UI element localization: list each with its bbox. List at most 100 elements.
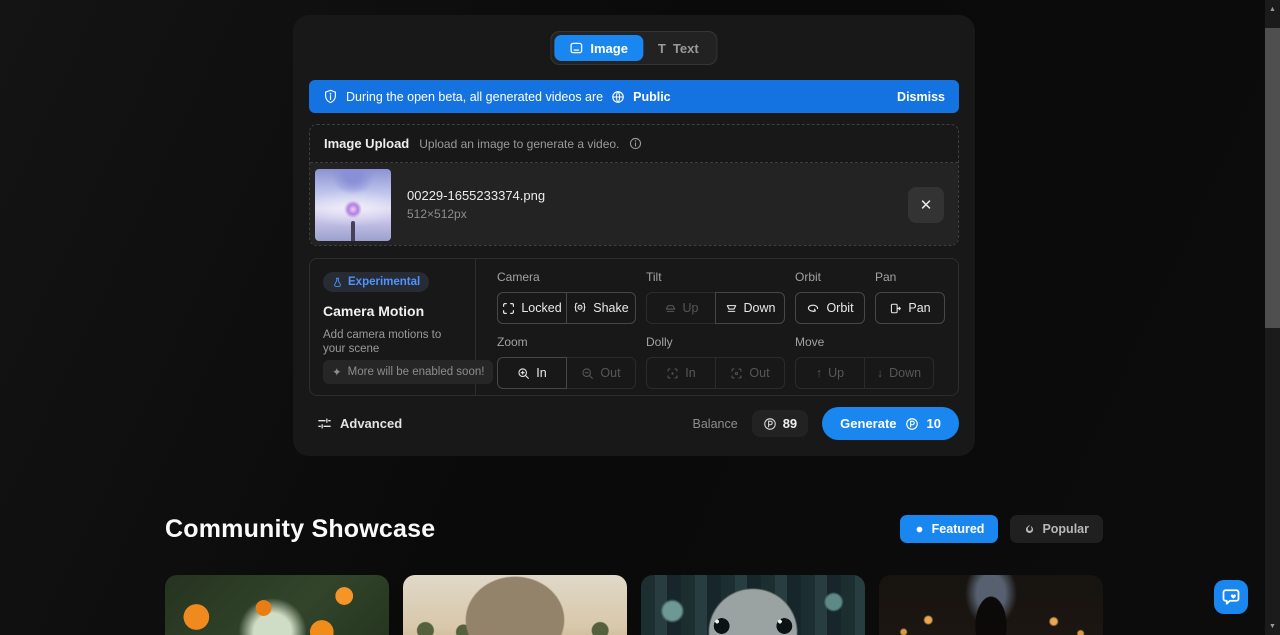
close-icon: ✕ <box>920 196 933 214</box>
move-up-button[interactable]: ↑ Up <box>795 357 865 389</box>
popular-label: Popular <box>1042 522 1089 536</box>
camera-group-label: Camera <box>497 270 636 284</box>
mode-tabbar: Image T Text <box>550 31 717 65</box>
pan-icon <box>889 302 902 315</box>
sliders-icon <box>317 416 332 431</box>
locked-frame-icon <box>502 302 515 315</box>
camera-motion-title: Camera Motion <box>323 303 462 319</box>
showcase-card-oranges[interactable] <box>165 575 389 635</box>
pan-button[interactable]: Pan <box>875 292 945 324</box>
move-group-label: Move <box>795 335 934 349</box>
balance-label: Balance <box>693 417 738 431</box>
remove-file-button[interactable]: ✕ <box>908 187 944 223</box>
coin-icon <box>763 417 777 431</box>
generate-cost: 10 <box>927 416 941 431</box>
uploaded-image-thumbnail <box>315 169 391 241</box>
tilt-control-group: Tilt Up <box>646 270 785 324</box>
showcase-card-alien[interactable] <box>641 575 865 635</box>
zoom-in-icon <box>517 367 530 380</box>
orbit-group-label: Orbit <box>795 270 865 284</box>
dolly-in-button[interactable]: In <box>646 357 716 389</box>
scrollbar-thumb[interactable] <box>1265 28 1280 328</box>
zoom-out-button[interactable]: Out <box>566 357 636 389</box>
banner-visibility: Public <box>633 90 671 104</box>
showcase-cards <box>165 575 1103 635</box>
zoom-group-label: Zoom <box>497 335 636 349</box>
zoom-in-button[interactable]: In <box>497 357 567 389</box>
image-upload-section[interactable]: Image Upload Upload an image to generate… <box>309 124 959 246</box>
pan-control-group: Pan Pan <box>875 270 945 324</box>
chat-button[interactable] <box>1214 580 1248 614</box>
tab-image-label: Image <box>590 41 628 56</box>
experimental-badge: Experimental <box>323 272 429 292</box>
showcase-card-alley[interactable] <box>879 575 1103 635</box>
orbit-icon <box>806 301 820 315</box>
featured-button[interactable]: Featured <box>900 515 999 543</box>
generation-panel: Image T Text During the open beta, all g… <box>293 15 975 456</box>
chat-heart-icon <box>1221 587 1241 607</box>
text-icon: T <box>658 41 666 56</box>
tilt-down-icon <box>725 302 738 315</box>
upload-subtitle: Upload an image to generate a video. <box>419 137 619 151</box>
featured-label: Featured <box>932 522 985 536</box>
dolly-control-group: Dolly In <box>646 335 785 389</box>
scrollbar: ▲ ▼ <box>1265 0 1280 635</box>
camera-motion-description: Add camera motions to your scene <box>323 328 462 358</box>
zoom-control-group: Zoom In <box>497 335 636 389</box>
panel-footer: Advanced Balance 89 Generate 10 <box>317 407 959 440</box>
move-down-button[interactable]: ↓ Down <box>864 357 934 389</box>
showcase-card-elephant[interactable] <box>403 575 627 635</box>
footer-right: Balance 89 Generate 10 <box>693 407 960 440</box>
showcase-title: Community Showcase <box>165 515 435 544</box>
controls-row-2: Zoom In <box>497 335 958 389</box>
orbit-control-group: Orbit Orbit <box>795 270 865 324</box>
generate-button[interactable]: Generate 10 <box>822 407 959 440</box>
dismiss-button[interactable]: Dismiss <box>897 90 945 104</box>
scroll-down-arrow[interactable]: ▼ <box>1265 619 1280 633</box>
experimental-badge-label: Experimental <box>348 276 420 288</box>
advanced-button[interactable]: Advanced <box>317 416 402 431</box>
camera-shake-button[interactable]: Shake <box>566 292 636 324</box>
more-soon-label: More will be enabled soon! <box>348 366 485 378</box>
coin-icon <box>905 417 919 431</box>
tilt-up-button[interactable]: Up <box>646 292 716 324</box>
flame-icon <box>1024 523 1035 535</box>
tab-text[interactable]: T Text <box>643 35 714 61</box>
info-icon <box>629 137 642 150</box>
camera-control-group: Camera Locked <box>497 270 636 324</box>
camera-motion-info: Experimental Camera Motion Add camera mo… <box>310 259 476 395</box>
beta-banner: During the open beta, all generated vide… <box>309 80 959 113</box>
upload-title: Image Upload <box>324 136 409 151</box>
sparkle-icon: ✦ <box>332 365 342 379</box>
banner-message: During the open beta, all generated vide… <box>346 90 603 104</box>
showcase-header: Community Showcase Featured Popular <box>165 510 1103 548</box>
dolly-out-button[interactable]: Out <box>715 357 785 389</box>
orbit-button[interactable]: Orbit <box>795 292 865 324</box>
page: Image T Text During the open beta, all g… <box>0 0 1280 635</box>
showcase-filters: Featured Popular <box>900 515 1103 543</box>
more-soon-note: ✦ More will be enabled soon! <box>323 360 493 384</box>
flask-icon <box>332 277 343 288</box>
uploaded-file-row: 00229-1655233374.png 512×512px ✕ <box>310 163 958 246</box>
tab-image[interactable]: Image <box>554 35 643 61</box>
dolly-group-label: Dolly <box>646 335 785 349</box>
image-icon <box>569 41 583 55</box>
upload-header: Image Upload Upload an image to generate… <box>310 125 958 163</box>
file-dimensions: 512×512px <box>407 207 545 221</box>
balance-value: 89 <box>783 416 797 431</box>
popular-button[interactable]: Popular <box>1010 515 1103 543</box>
scroll-up-arrow[interactable]: ▲ <box>1265 2 1280 16</box>
move-control-group: Move ↑ Up ↓ Down <box>795 335 934 389</box>
balance-pill: 89 <box>752 410 808 437</box>
zoom-out-icon <box>581 367 594 380</box>
dot-icon <box>914 524 925 535</box>
pan-group-label: Pan <box>875 270 945 284</box>
camera-locked-button[interactable]: Locked <box>497 292 567 324</box>
camera-controls: Camera Locked <box>476 259 958 395</box>
tilt-down-button[interactable]: Down <box>715 292 785 324</box>
shield-info-icon <box>323 89 338 104</box>
advanced-label: Advanced <box>340 416 402 431</box>
controls-row-1: Camera Locked <box>497 270 958 324</box>
dolly-out-icon <box>730 367 743 380</box>
tilt-group-label: Tilt <box>646 270 785 284</box>
